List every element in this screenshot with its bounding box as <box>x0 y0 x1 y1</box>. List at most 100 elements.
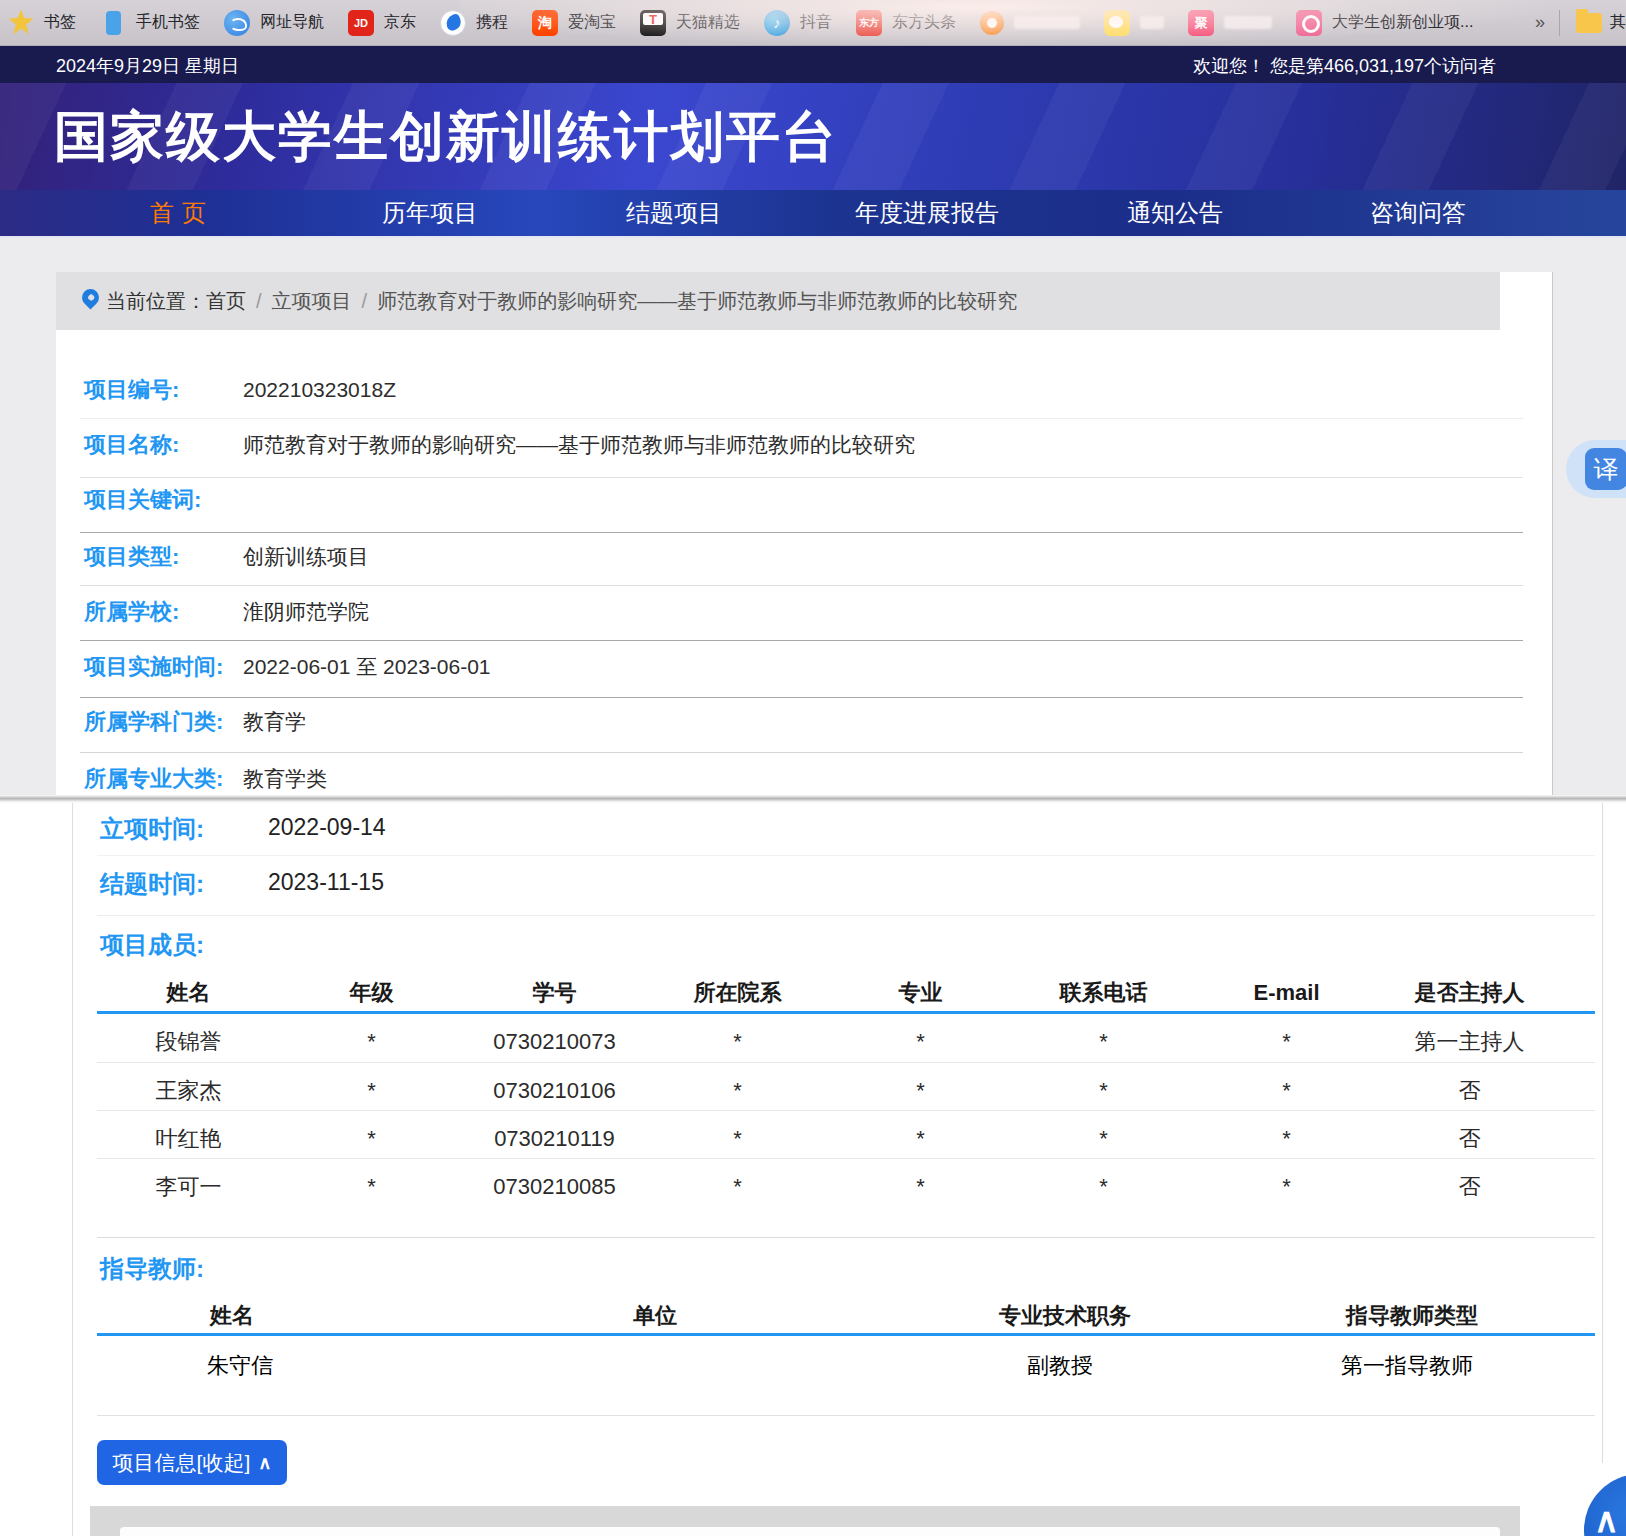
field-value: 创新训练项目 <box>243 530 369 584</box>
field-label: 项目实施时间: <box>84 640 223 694</box>
divider <box>1559 10 1560 36</box>
screenshot-seam <box>0 795 1626 803</box>
nav-item-notices[interactable]: 通知公告 <box>1127 190 1223 236</box>
page-top-area: 当前位置：首页/立项项目/师范教育对于教师的影响研究——基于师范教师与非师范教师… <box>0 238 1626 797</box>
bookmark-item[interactable]: 网址导航 <box>224 10 324 36</box>
welcome-bar: 2024年9月29日 星期日 欢迎您！ 您是第466,031,197个访问者 <box>0 46 1626 83</box>
col-header: E-mail <box>1195 978 1378 1008</box>
bookmarks-bar: 书签 手机书签 网址导航 JD 京东 携程 淘 爱淘宝 天猫精选 ♪ 抖音 <box>0 0 1626 46</box>
advisor-type: 第一指导教师 <box>1341 1351 1473 1381</box>
bookmark-label: 爱淘宝 <box>568 12 616 33</box>
taobao-icon: 淘 <box>532 10 558 36</box>
member-major: * <box>829 1076 1012 1106</box>
ju-icon: 聚 <box>1188 10 1214 36</box>
member-email: * <box>1195 1172 1378 1202</box>
bookmark-item[interactable]: 书签 <box>8 10 76 36</box>
yellow-site-icon <box>1104 10 1130 36</box>
field-label: 所属学科门类: <box>84 695 223 749</box>
field-label: 项目名称: <box>84 418 179 472</box>
member-department: * <box>646 1027 829 1057</box>
washed-label <box>1224 16 1272 29</box>
bookmark-item[interactable]: ♪ 抖音 <box>764 10 832 36</box>
bookmark-item[interactable]: 聚 <box>1188 10 1272 36</box>
col-header: 单位 <box>633 1301 677 1331</box>
breadcrumb-section[interactable]: 立项项目 <box>272 290 352 312</box>
bookmark-item[interactable]: 淘 爱淘宝 <box>532 10 616 36</box>
field-label: 所属学校: <box>84 585 179 639</box>
overflow-chevron-icon[interactable]: » <box>1535 12 1545 33</box>
nav-item-qa[interactable]: 咨询问答 <box>1370 190 1466 236</box>
breadcrumb-current: 师范教育对于教师的影响研究——基于师范教师与非师范教师的比较研究 <box>377 290 1017 312</box>
bookmark-label: 天猫精选 <box>676 12 740 33</box>
other-bookmarks-folder-icon[interactable] <box>1576 13 1602 33</box>
breadcrumb-separator: / <box>246 290 272 312</box>
member-name: 叶红艳 <box>97 1124 280 1154</box>
bookmark-item[interactable]: 天猫精选 <box>640 10 740 36</box>
divider <box>97 915 1595 916</box>
field-label: 项目编号: <box>84 363 179 417</box>
nav-item-annual-report[interactable]: 年度进展报告 <box>855 190 999 236</box>
project-info-collapse-button[interactable]: 项目信息[收起] ∧ <box>97 1440 287 1485</box>
back-to-top-button[interactable]: ∧ <box>1584 1474 1626 1536</box>
member-row: 王家杰 * 0730210106 * * * * 否 <box>97 1076 1561 1106</box>
field-row: 所属学科门类: 教育学 <box>56 695 1553 749</box>
bookmark-label: 京东 <box>384 12 416 33</box>
field-value: 教育学 <box>243 695 306 749</box>
member-is-lead: 第一主持人 <box>1378 1027 1561 1057</box>
dongfang-toutiao-icon: 东方 <box>856 10 882 36</box>
bookmark-item[interactable]: 大学生创新创业项... <box>1296 10 1473 36</box>
breadcrumb-prefix: 当前位置： <box>106 290 206 312</box>
member-row: 段锦誉 * 0730210073 * * * * 第一主持人 <box>97 1027 1561 1057</box>
col-header: 专业技术职务 <box>999 1301 1131 1331</box>
member-student-id: 0730210085 <box>463 1172 646 1202</box>
bookmarks-overflow: » 其 <box>1535 10 1626 36</box>
breadcrumb-separator: / <box>352 290 378 312</box>
field-row: 项目编号: 202210323018Z <box>56 363 1553 417</box>
member-grade: * <box>280 1124 463 1154</box>
page: 书签 手机书签 网址导航 JD 京东 携程 淘 爱淘宝 天猫精选 ♪ 抖音 <box>0 0 1626 1536</box>
bookmark-item[interactable]: 东方 东方头条 <box>856 10 956 36</box>
member-is-lead: 否 <box>1378 1076 1561 1106</box>
chevron-up-icon: ∧ <box>258 1452 271 1474</box>
member-row: 叶红艳 * 0730210119 * * * * 否 <box>97 1124 1561 1154</box>
bookmark-label: 网址导航 <box>260 12 324 33</box>
member-email: * <box>1195 1027 1378 1057</box>
member-phone: * <box>1012 1124 1195 1154</box>
member-name: 李可一 <box>97 1172 280 1202</box>
bookmark-item[interactable] <box>980 11 1080 35</box>
col-header: 是否主持人 <box>1378 978 1561 1008</box>
bookmark-item[interactable]: 携程 <box>440 10 508 36</box>
star-bookmark-icon <box>8 10 34 36</box>
nav-item-past-projects[interactable]: 历年项目 <box>382 190 478 236</box>
panel-right-border <box>1602 803 1603 1463</box>
field-row: 项目名称: 师范教育对于教师的影响研究——基于师范教师与非师范教师的比较研究 <box>56 418 1553 472</box>
field-value: 2022-09-14 <box>268 814 386 841</box>
member-student-id: 0730210106 <box>463 1076 646 1106</box>
member-department: * <box>646 1172 829 1202</box>
button-label: 项目信息[收起] <box>113 1449 251 1477</box>
advisor-name: 朱守信 <box>207 1351 273 1381</box>
bookmark-item[interactable]: 手机书签 <box>100 10 200 36</box>
breadcrumb: 当前位置：首页/立项项目/师范教育对于教师的影响研究——基于师范教师与非师范教师… <box>56 272 1500 330</box>
site-banner: 国家级大学生创新训练计划平台 <box>0 83 1626 190</box>
bookmark-label: 携程 <box>476 12 508 33</box>
visitor-count-text: 欢迎您！ 您是第466,031,197个访问者 <box>1193 54 1496 78</box>
translate-float-button[interactable]: 译 <box>1566 440 1626 498</box>
site-title: 国家级大学生创新训练计划平台 <box>54 100 838 173</box>
nav-item-completed-projects[interactable]: 结题项目 <box>626 190 722 236</box>
breadcrumb-home[interactable]: 首页 <box>206 290 246 312</box>
col-header: 指导教师类型 <box>1346 1301 1478 1331</box>
col-header: 姓名 <box>210 1301 254 1331</box>
nav-globe-icon <box>224 10 250 36</box>
member-department: * <box>646 1124 829 1154</box>
nav-item-home[interactable]: 首页 <box>150 190 214 236</box>
ctrip-icon <box>440 10 466 36</box>
divider <box>97 1062 1595 1063</box>
bookmark-item[interactable]: JD 京东 <box>348 10 416 36</box>
member-name: 王家杰 <box>97 1076 280 1106</box>
member-student-id: 0730210073 <box>463 1027 646 1057</box>
col-header: 年级 <box>280 978 463 1008</box>
bookmark-item[interactable] <box>1104 10 1164 36</box>
field-row: 所属学校: 淮阴师范学院 <box>56 585 1553 639</box>
field-label: 项目关键词: <box>84 473 201 527</box>
